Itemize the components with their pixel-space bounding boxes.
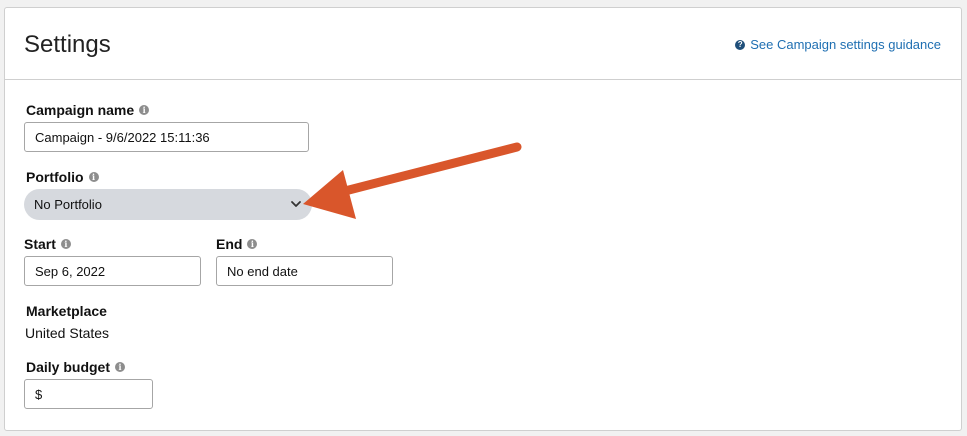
end-date-input[interactable]: No end date [216, 256, 393, 286]
start-date-input[interactable]: Sep 6, 2022 [24, 256, 201, 286]
campaign-settings-guidance-link[interactable]: ? See Campaign settings guidance [735, 37, 941, 52]
end-date-value: No end date [227, 263, 298, 279]
marketplace-label-text: Marketplace [26, 303, 107, 319]
daily-budget-label: Daily budget i [26, 359, 126, 375]
campaign-name-label-text: Campaign name [26, 102, 135, 118]
campaign-name-info-icon[interactable]: i [139, 105, 150, 115]
portfolio-label-text: Portfolio [26, 169, 84, 185]
end-label: End i [216, 236, 258, 252]
start-date-value: Sep 6, 2022 [35, 263, 106, 279]
guidance-link-label: See Campaign settings guidance [750, 37, 941, 52]
help-icon: ? [735, 39, 746, 50]
daily-budget-info-icon[interactable]: i [115, 362, 126, 372]
end-label-text: End [216, 236, 243, 252]
marketplace-value: United States [25, 325, 110, 341]
chevron-down-icon [291, 201, 301, 207]
daily-budget-currency: $ [35, 386, 43, 402]
marketplace-label: Marketplace [26, 303, 107, 319]
campaign-name-label: Campaign name i [26, 102, 150, 118]
settings-header: Settings ? See Campaign settings guidanc… [5, 8, 961, 80]
start-label: Start i [24, 236, 71, 252]
portfolio-value: No Portfolio [34, 197, 102, 212]
start-info-icon[interactable]: i [60, 239, 71, 249]
portfolio-select[interactable]: No Portfolio [24, 189, 312, 220]
campaign-name-value: Campaign - 9/6/2022 15:11:36 [35, 129, 210, 145]
campaign-name-input[interactable]: Campaign - 9/6/2022 15:11:36 [24, 122, 309, 152]
page-title: Settings [24, 31, 111, 58]
daily-budget-label-text: Daily budget [26, 359, 111, 375]
daily-budget-input[interactable]: $ [24, 379, 153, 409]
portfolio-label: Portfolio i [26, 169, 99, 185]
portfolio-info-icon[interactable]: i [88, 172, 99, 182]
start-label-text: Start [24, 236, 56, 252]
end-info-icon[interactable]: i [247, 239, 258, 249]
